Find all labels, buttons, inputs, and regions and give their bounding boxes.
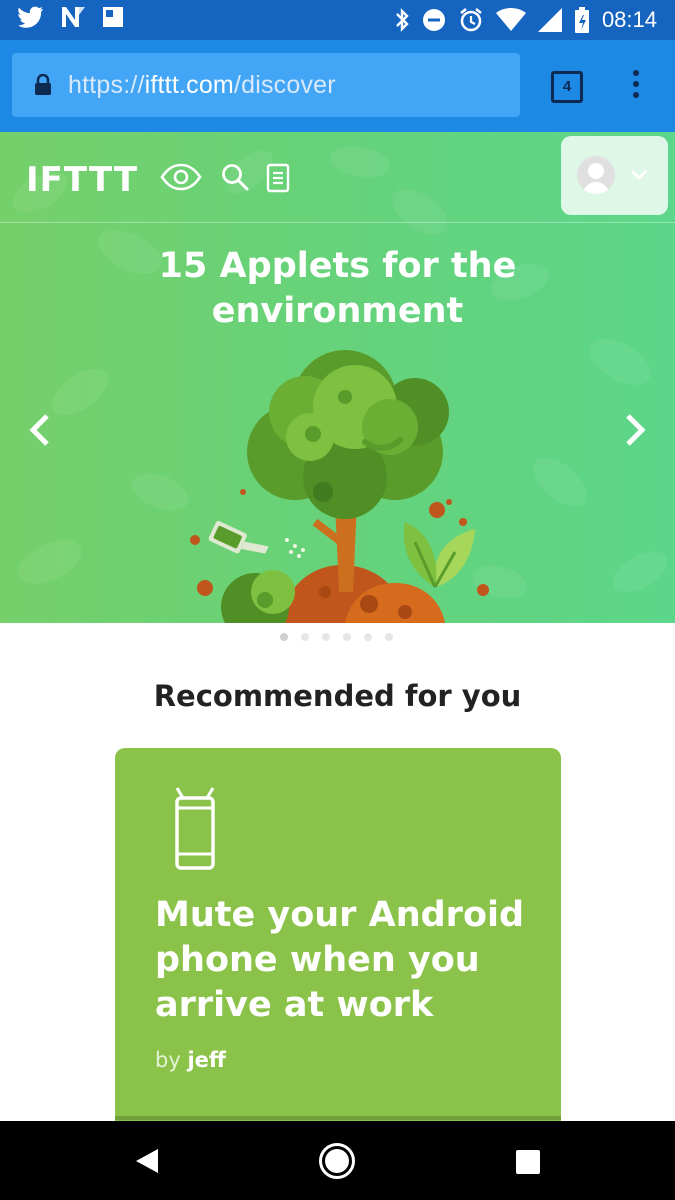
- byline-label: by: [155, 1048, 181, 1072]
- applet-card[interactable]: Mute your Android phone when you arrive …: [115, 748, 561, 1128]
- applet-byline: by jeff: [155, 1048, 226, 1072]
- carousel-indicators: [280, 633, 393, 641]
- carousel-dot[interactable]: [343, 633, 351, 641]
- card-bottom-edge: [115, 1116, 561, 1120]
- battery-icon: [574, 7, 589, 33]
- eye-icon[interactable]: [160, 163, 202, 191]
- hero-carousel[interactable]: IFTTT 15 Applets for the environment: [0, 132, 675, 623]
- applet-title: Mute your Android phone when you arrive …: [155, 895, 525, 1025]
- back-icon[interactable]: [134, 1148, 160, 1174]
- browser-toolbar: https://ifttt.com/discover 4: [0, 40, 675, 132]
- signal-icon: [537, 8, 562, 32]
- photo-icon: [103, 7, 123, 27]
- status-right-icons: 08:14: [394, 6, 657, 34]
- recents-icon[interactable]: [515, 1149, 541, 1175]
- wifi-icon: [495, 8, 526, 31]
- home-icon[interactable]: [318, 1142, 356, 1180]
- chevron-down-icon: [630, 169, 648, 181]
- hero-title[interactable]: 15 Applets for the environment: [0, 244, 675, 334]
- url-text: https://ifttt.com/discover: [68, 71, 336, 100]
- carousel-dot[interactable]: [280, 633, 288, 641]
- do-not-disturb-icon: [422, 9, 445, 31]
- status-left-icons: [18, 6, 124, 28]
- carousel-prev-arrow[interactable]: [25, 410, 55, 450]
- n-icon: [62, 7, 85, 27]
- carousel-dot[interactable]: [301, 633, 309, 641]
- carousel-dot[interactable]: [322, 633, 330, 641]
- carousel-next-arrow[interactable]: [620, 410, 650, 450]
- status-time: 08:14: [601, 7, 657, 32]
- carousel-dot[interactable]: [364, 633, 372, 641]
- search-icon[interactable]: [221, 163, 249, 191]
- carousel-dot[interactable]: [385, 633, 393, 641]
- android-phone-icon: [175, 787, 215, 870]
- overflow-menu-button[interactable]: [628, 70, 644, 102]
- ifttt-logo[interactable]: IFTTT: [26, 160, 138, 200]
- avatar: [577, 156, 615, 194]
- site-header: IFTTT: [0, 132, 675, 223]
- url-host: ifttt.com: [144, 70, 234, 99]
- tree-illustration: [190, 350, 489, 623]
- bluetooth-icon: [396, 8, 409, 32]
- twitter-icon: [18, 6, 43, 28]
- lock-icon: [35, 74, 51, 95]
- status-bar: 08:14: [0, 0, 675, 40]
- section-heading: Recommended for you: [153, 679, 522, 713]
- profile-menu-button[interactable]: [561, 136, 668, 215]
- url-scheme: https://: [68, 70, 145, 99]
- url-path: /discover: [233, 70, 336, 99]
- alarm-icon: [460, 8, 482, 32]
- applet-author[interactable]: jeff: [187, 1048, 225, 1072]
- document-icon[interactable]: [266, 163, 290, 193]
- hero-title-line-2: environment: [211, 291, 464, 331]
- tab-switcher-button[interactable]: 4: [551, 71, 583, 103]
- url-bar[interactable]: https://ifttt.com/discover: [12, 53, 520, 117]
- system-nav-bar: [0, 1121, 675, 1200]
- hero-title-line-1: 15 Applets for the: [158, 246, 517, 286]
